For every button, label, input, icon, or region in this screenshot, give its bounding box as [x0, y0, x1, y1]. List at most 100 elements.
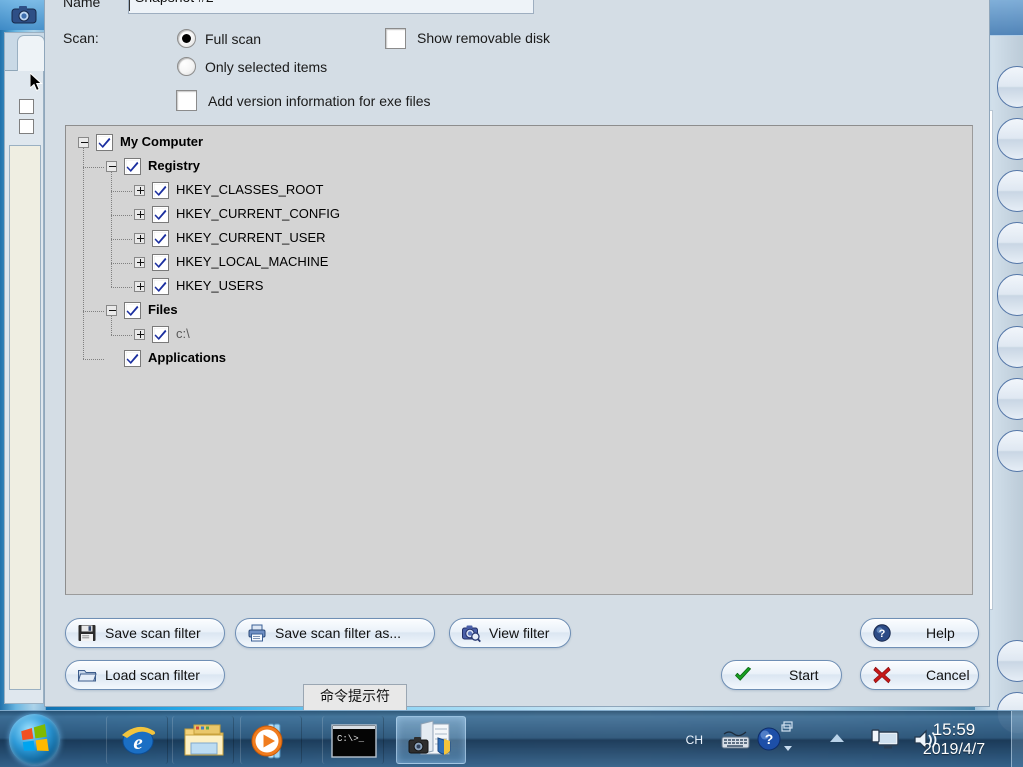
- tree-item-label: HKEY_LOCAL_MACHINE: [176, 254, 329, 269]
- tree-item-checkbox[interactable]: [152, 182, 169, 199]
- background-right-button-6[interactable]: [997, 326, 1023, 368]
- expand-icon[interactable]: [134, 185, 145, 196]
- tree-item-checkbox[interactable]: [96, 134, 113, 151]
- background-window-left-tab[interactable]: [17, 35, 45, 71]
- taskbar-item-command-prompt[interactable]: C:\>_: [322, 716, 384, 764]
- background-window-left[interactable]: [0, 0, 46, 710]
- mouse-cursor: [30, 73, 43, 92]
- checkbox-add-version-information[interactable]: [176, 90, 197, 111]
- tree-connector-line: [111, 263, 133, 264]
- background-right-button-2[interactable]: [997, 118, 1023, 160]
- background-window-left-list[interactable]: [9, 145, 41, 690]
- chevron-down-icon[interactable]: [781, 743, 795, 753]
- expand-icon[interactable]: [134, 281, 145, 292]
- background-checkbox-2[interactable]: [19, 119, 34, 134]
- ime-indicator[interactable]: CH: [686, 733, 703, 747]
- clock-time: 15:59: [932, 720, 976, 739]
- save-scan-filter-as-button[interactable]: Save scan filter as...: [235, 618, 435, 648]
- tree-connector-line: [83, 359, 105, 360]
- svg-text:?: ?: [879, 628, 886, 640]
- tree-connector-line: [83, 311, 105, 312]
- name-label: Name: [63, 0, 101, 10]
- tree-item-label: Applications: [148, 350, 227, 365]
- tree-item-checkbox[interactable]: [124, 302, 141, 319]
- restore-window-icon[interactable]: [781, 721, 795, 733]
- tree-connector-line: [111, 335, 133, 336]
- taskbar-item-regshot[interactable]: [396, 716, 466, 764]
- help-orb-icon[interactable]: ?: [755, 725, 783, 753]
- red-x-icon: [872, 665, 892, 685]
- tree-item-checkbox[interactable]: [152, 206, 169, 223]
- tree-item-label: HKEY_USERS: [176, 278, 264, 293]
- tree-item-label: Registry: [148, 158, 201, 173]
- tree-connector-line: [111, 191, 133, 192]
- expand-icon[interactable]: [134, 257, 145, 268]
- checkmark-icon: [154, 185, 167, 196]
- checkbox-show-removable-disk-label: Show removable disk: [417, 30, 551, 46]
- green-check-icon: [733, 665, 753, 685]
- start-button[interactable]: Start: [721, 660, 842, 690]
- name-input-caret: [129, 0, 130, 11]
- checkmark-icon: [154, 329, 167, 340]
- network-icon[interactable]: [871, 728, 901, 752]
- background-right-button-3[interactable]: [997, 170, 1023, 212]
- start-button[interactable]: [9, 714, 60, 765]
- expand-icon[interactable]: [134, 329, 145, 340]
- svg-text:e: e: [133, 730, 142, 754]
- background-right-button-7[interactable]: [997, 378, 1023, 420]
- show-desktop-button[interactable]: [1011, 711, 1023, 767]
- command-prompt-icon: C:\>_: [331, 724, 377, 758]
- checkmark-icon: [154, 233, 167, 244]
- name-input[interactable]: Snapshot #2: [128, 0, 534, 14]
- taskbar-item-windows-explorer[interactable]: [172, 716, 234, 764]
- checkbox-show-removable-disk[interactable]: [385, 28, 406, 49]
- tree-connector-line: [83, 148, 84, 359]
- background-right-button-5[interactable]: [997, 274, 1023, 316]
- checkmark-icon: [154, 281, 167, 292]
- collapse-icon[interactable]: [106, 161, 117, 172]
- background-checkbox-1[interactable]: [19, 99, 34, 114]
- checkmark-icon: [126, 305, 139, 316]
- background-right-button-8[interactable]: [997, 430, 1023, 472]
- view-filter-button[interactable]: View filter: [449, 618, 571, 648]
- taskbar: e C:\>_ CH ? 15:59 2019/4/7: [0, 710, 1023, 767]
- collapse-icon[interactable]: [78, 137, 89, 148]
- tree-item-checkbox[interactable]: [152, 278, 169, 295]
- save-scan-filter-button[interactable]: Save scan filter: [65, 618, 225, 648]
- background-right-button-9[interactable]: [997, 640, 1023, 682]
- radio-only-selected-items[interactable]: [177, 57, 196, 76]
- tree-connector-line: [111, 316, 112, 335]
- tree-item-checkbox[interactable]: [152, 254, 169, 271]
- tree-item-checkbox[interactable]: [152, 230, 169, 247]
- printer-icon: [247, 623, 267, 643]
- radio-full-scan[interactable]: [177, 29, 196, 48]
- load-scan-filter-button[interactable]: Load scan filter: [65, 660, 225, 690]
- start-label: Start: [789, 667, 819, 683]
- tree-item-label: Files: [148, 302, 178, 317]
- media-player-icon: [251, 723, 283, 759]
- expand-icon[interactable]: [134, 233, 145, 244]
- background-right-button-1[interactable]: [997, 66, 1023, 108]
- expand-icon[interactable]: [134, 209, 145, 220]
- keyboard-icon[interactable]: [721, 730, 751, 750]
- background-right-button-4[interactable]: [997, 222, 1023, 264]
- tree-item-checkbox[interactable]: [124, 158, 141, 175]
- tree-connector-line: [83, 167, 105, 168]
- tree-item-checkbox[interactable]: [152, 326, 169, 343]
- help-label: Help: [926, 625, 955, 641]
- folder-icon: [184, 724, 224, 756]
- taskbar-item-internet-explorer[interactable]: e: [106, 716, 168, 764]
- tree-item-label: HKEY_CLASSES_ROOT: [176, 182, 324, 197]
- camera-icon: [10, 5, 38, 25]
- scan-filter-tree[interactable]: My Computer Registry HKEY_CLASSES_ROOT HKEY…: [65, 125, 973, 595]
- show-hidden-icons-arrow[interactable]: [827, 731, 847, 747]
- cancel-button[interactable]: Cancel: [860, 660, 979, 690]
- radio-only-selected-items-label: Only selected items: [205, 59, 328, 75]
- tree-item-label: My Computer: [120, 134, 204, 149]
- taskbar-item-media-player[interactable]: [240, 716, 302, 764]
- collapse-icon[interactable]: [106, 305, 117, 316]
- tree-item-checkbox[interactable]: [124, 350, 141, 367]
- help-button[interactable]: ? Help: [860, 618, 979, 648]
- clock[interactable]: 15:59 2019/4/7: [899, 720, 1009, 760]
- scan-dialog: Name Snapshot #2 Scan: Full scan Only se…: [44, 0, 990, 707]
